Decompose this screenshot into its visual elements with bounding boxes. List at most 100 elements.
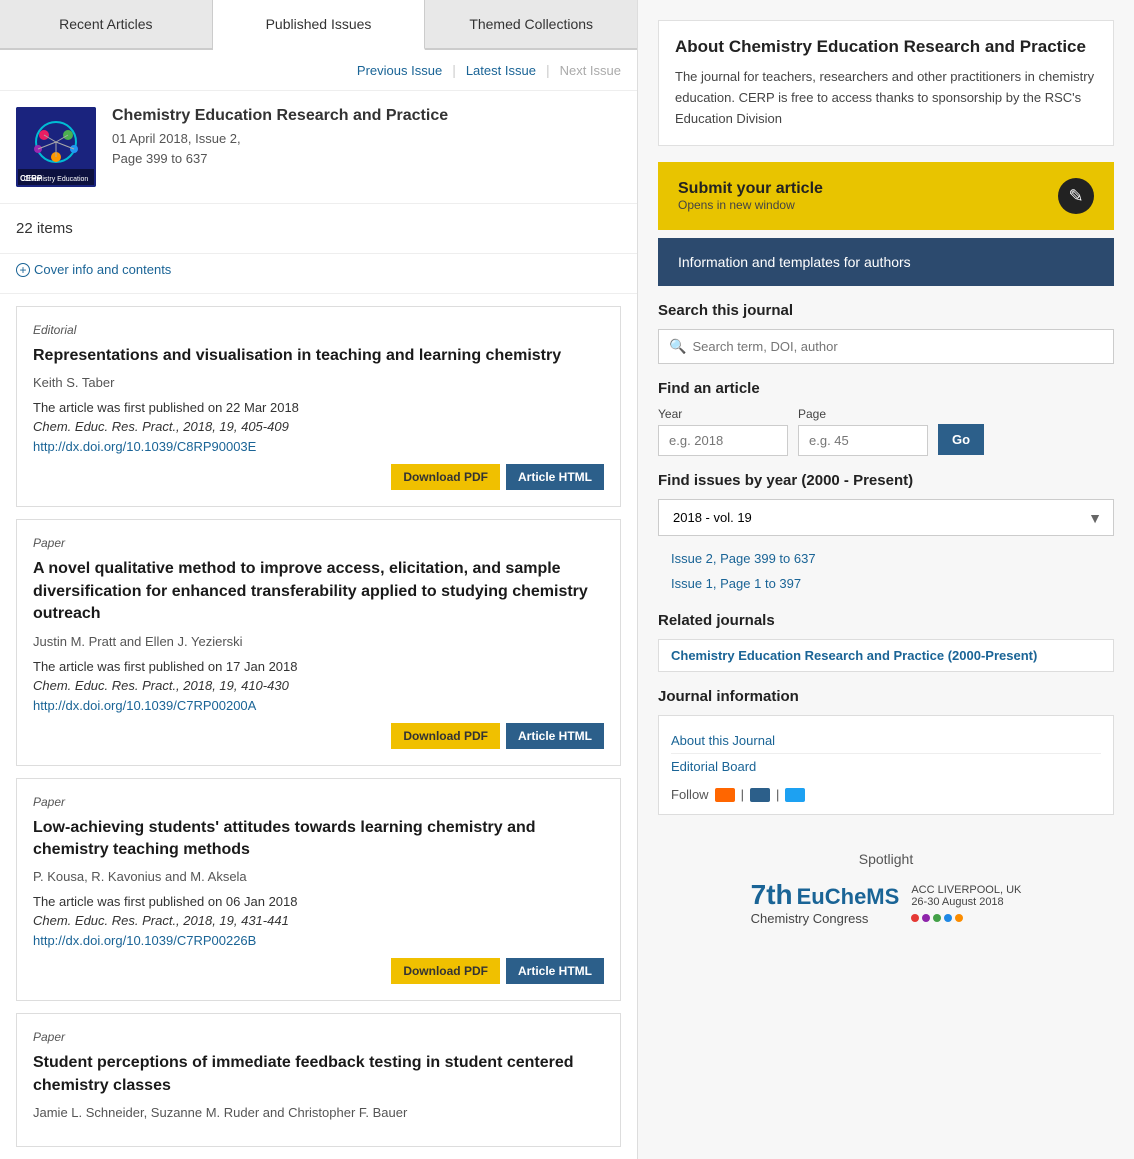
- year-field-group: Year: [658, 407, 788, 456]
- table-row: Editorial Representations and visualisat…: [16, 306, 621, 507]
- follow-label: Follow: [671, 787, 709, 802]
- search-input[interactable]: [692, 339, 1103, 354]
- spotlight-label: Spotlight: [678, 851, 1094, 867]
- article-authors: Justin M. Pratt and Ellen J. Yezierski: [33, 634, 604, 649]
- year-label: Year: [658, 407, 788, 421]
- about-journal-link[interactable]: About this Journal: [671, 728, 1101, 754]
- dot-red: [911, 914, 919, 922]
- table-row: Paper Low-achieving students' attitudes …: [16, 778, 621, 1002]
- left-panel: Recent Articles Published Issues Themed …: [0, 0, 638, 1159]
- download-pdf-button[interactable]: Download PDF: [391, 958, 500, 984]
- table-row: Paper A novel qualitative method to impr…: [16, 519, 621, 765]
- article-type: Paper: [33, 795, 604, 809]
- article-html-button[interactable]: Article HTML: [506, 464, 604, 490]
- tab-published[interactable]: Published Issues: [213, 0, 426, 50]
- submit-btn-text: Submit your article Opens in new window: [678, 180, 823, 212]
- sep-follow2: |: [776, 787, 779, 802]
- search-title: Search this journal: [658, 302, 1114, 319]
- latest-issue-link[interactable]: Latest Issue: [466, 63, 536, 78]
- article-authors: Jamie L. Schneider, Suzanne M. Ruder and…: [33, 1105, 604, 1120]
- issue-link-1[interactable]: Issue 2, Page 399 to 637: [658, 546, 1114, 571]
- go-button[interactable]: Go: [938, 424, 984, 455]
- related-journal-link[interactable]: Chemistry Education Research and Practic…: [658, 639, 1114, 672]
- spotlight-section: Spotlight 7th EuCheMS Chemistry Congress…: [658, 831, 1114, 946]
- euchems-dots: [911, 914, 1021, 922]
- svg-text:Chemistry Education: Chemistry Education: [24, 176, 89, 183]
- euchems-left: 7th EuCheMS Chemistry Congress: [751, 879, 900, 926]
- dot-green: [933, 914, 941, 922]
- follow-row: Follow | |: [671, 779, 1101, 802]
- submit-sub: Opens in new window: [678, 198, 823, 212]
- cover-svg: Chemistry Education: [16, 107, 96, 187]
- search-journal-section: Search this journal 🔍: [658, 302, 1114, 364]
- dot-purple: [922, 914, 930, 922]
- rss-icon[interactable]: [715, 788, 735, 802]
- table-row: Paper Student perceptions of immediate f…: [16, 1013, 621, 1147]
- about-text: The journal for teachers, researchers an…: [675, 67, 1097, 129]
- download-pdf-button[interactable]: Download PDF: [391, 723, 500, 749]
- twitter-icon[interactable]: [785, 788, 805, 802]
- plus-icon: +: [16, 263, 30, 277]
- article-doi-link[interactable]: http://dx.doi.org/10.1039/C8RP90003E: [33, 439, 256, 454]
- sep2: |: [546, 62, 550, 78]
- article-title: Low-achieving students' attitudes toward…: [33, 817, 604, 862]
- year-select-wrapper: 2018 - vol. 19 ▼: [658, 499, 1114, 536]
- article-html-button[interactable]: Article HTML: [506, 723, 604, 749]
- issue-header: Chemistry Education Chemistry Education …: [0, 91, 637, 204]
- next-issue-link[interactable]: Next Issue: [560, 63, 621, 78]
- find-year-title: Find issues by year (2000 - Present): [658, 472, 1114, 489]
- citation-text: Chem. Educ. Res. Pract., 2018, 19, 410-4…: [33, 678, 289, 693]
- article-title: Representations and visualisation in tea…: [33, 345, 604, 367]
- dot-orange: [955, 914, 963, 922]
- euchems-right: ACC LIVERPOOL, UK 26-30 August 2018: [911, 884, 1021, 922]
- citation-text: Chem. Educ. Res. Pract., 2018, 19, 431-4…: [33, 913, 289, 928]
- article-doi-link[interactable]: http://dx.doi.org/10.1039/C7RP00200A: [33, 698, 256, 713]
- tab-recent[interactable]: Recent Articles: [0, 0, 213, 48]
- find-article-section: Find an article Year Page Go: [658, 380, 1114, 456]
- download-pdf-button[interactable]: Download PDF: [391, 464, 500, 490]
- tabs-bar: Recent Articles Published Issues Themed …: [0, 0, 637, 50]
- article-actions: Download PDF Article HTML: [33, 723, 604, 749]
- year-select[interactable]: 2018 - vol. 19: [658, 499, 1114, 536]
- euchems-banner: 7th EuCheMS Chemistry Congress ACC LIVER…: [678, 879, 1094, 926]
- journal-info-title: Journal information: [658, 688, 1114, 705]
- euchems-subtitle: Chemistry Congress: [751, 911, 900, 926]
- cover-toggle: + Cover info and contents: [0, 254, 637, 294]
- article-title: A novel qualitative method to improve ac…: [33, 558, 604, 625]
- issue-date: 01 April 2018, Issue 2,: [112, 129, 448, 149]
- journal-info-box: About this Journal Editorial Board Follo…: [658, 715, 1114, 815]
- article-citation: Chem. Educ. Res. Pract., 2018, 19, 410-4…: [33, 678, 604, 693]
- previous-issue-link[interactable]: Previous Issue: [357, 63, 442, 78]
- article-title: Student perceptions of immediate feedbac…: [33, 1052, 604, 1097]
- related-journals-title: Related journals: [658, 612, 1114, 629]
- journal-info-section: Journal information About this Journal E…: [658, 688, 1114, 815]
- info-templates-button[interactable]: Information and templates for authors: [658, 238, 1114, 286]
- article-html-button[interactable]: Article HTML: [506, 958, 604, 984]
- year-input[interactable]: [658, 425, 788, 456]
- submit-article-button[interactable]: Submit your article Opens in new window …: [658, 162, 1114, 230]
- article-type: Paper: [33, 536, 604, 550]
- tab-themed[interactable]: Themed Collections: [425, 0, 637, 48]
- journal-name: Chemistry Education Research and Practic…: [112, 107, 448, 125]
- submit-title: Submit your article: [678, 180, 823, 198]
- cover-info-link[interactable]: + Cover info and contents: [16, 262, 621, 277]
- article-actions: Download PDF Article HTML: [33, 464, 604, 490]
- article-doi-link[interactable]: http://dx.doi.org/10.1039/C7RP00226B: [33, 933, 256, 948]
- issue-info: Chemistry Education Research and Practic…: [112, 107, 448, 168]
- article-type: Paper: [33, 1030, 604, 1044]
- about-section: About Chemistry Education Research and P…: [658, 20, 1114, 146]
- issue-pages: Page 399 to 637: [112, 149, 448, 169]
- page-input[interactable]: [798, 425, 928, 456]
- editorial-board-link[interactable]: Editorial Board: [671, 754, 1101, 779]
- email-icon[interactable]: [750, 788, 770, 802]
- page-label: Page: [798, 407, 928, 421]
- euchems-detail2: 26-30 August 2018: [911, 896, 1021, 908]
- sep1: |: [452, 62, 456, 78]
- article-type: Editorial: [33, 323, 604, 337]
- find-article-fields: Year Page Go: [658, 407, 1114, 456]
- euchems-detail1: ACC LIVERPOOL, UK: [911, 884, 1021, 896]
- issue-link-2[interactable]: Issue 1, Page 1 to 397: [658, 571, 1114, 596]
- article-citation: Chem. Educ. Res. Pract., 2018, 19, 431-4…: [33, 913, 604, 928]
- items-count: 22 items: [0, 204, 637, 254]
- right-panel: About Chemistry Education Research and P…: [638, 0, 1134, 1159]
